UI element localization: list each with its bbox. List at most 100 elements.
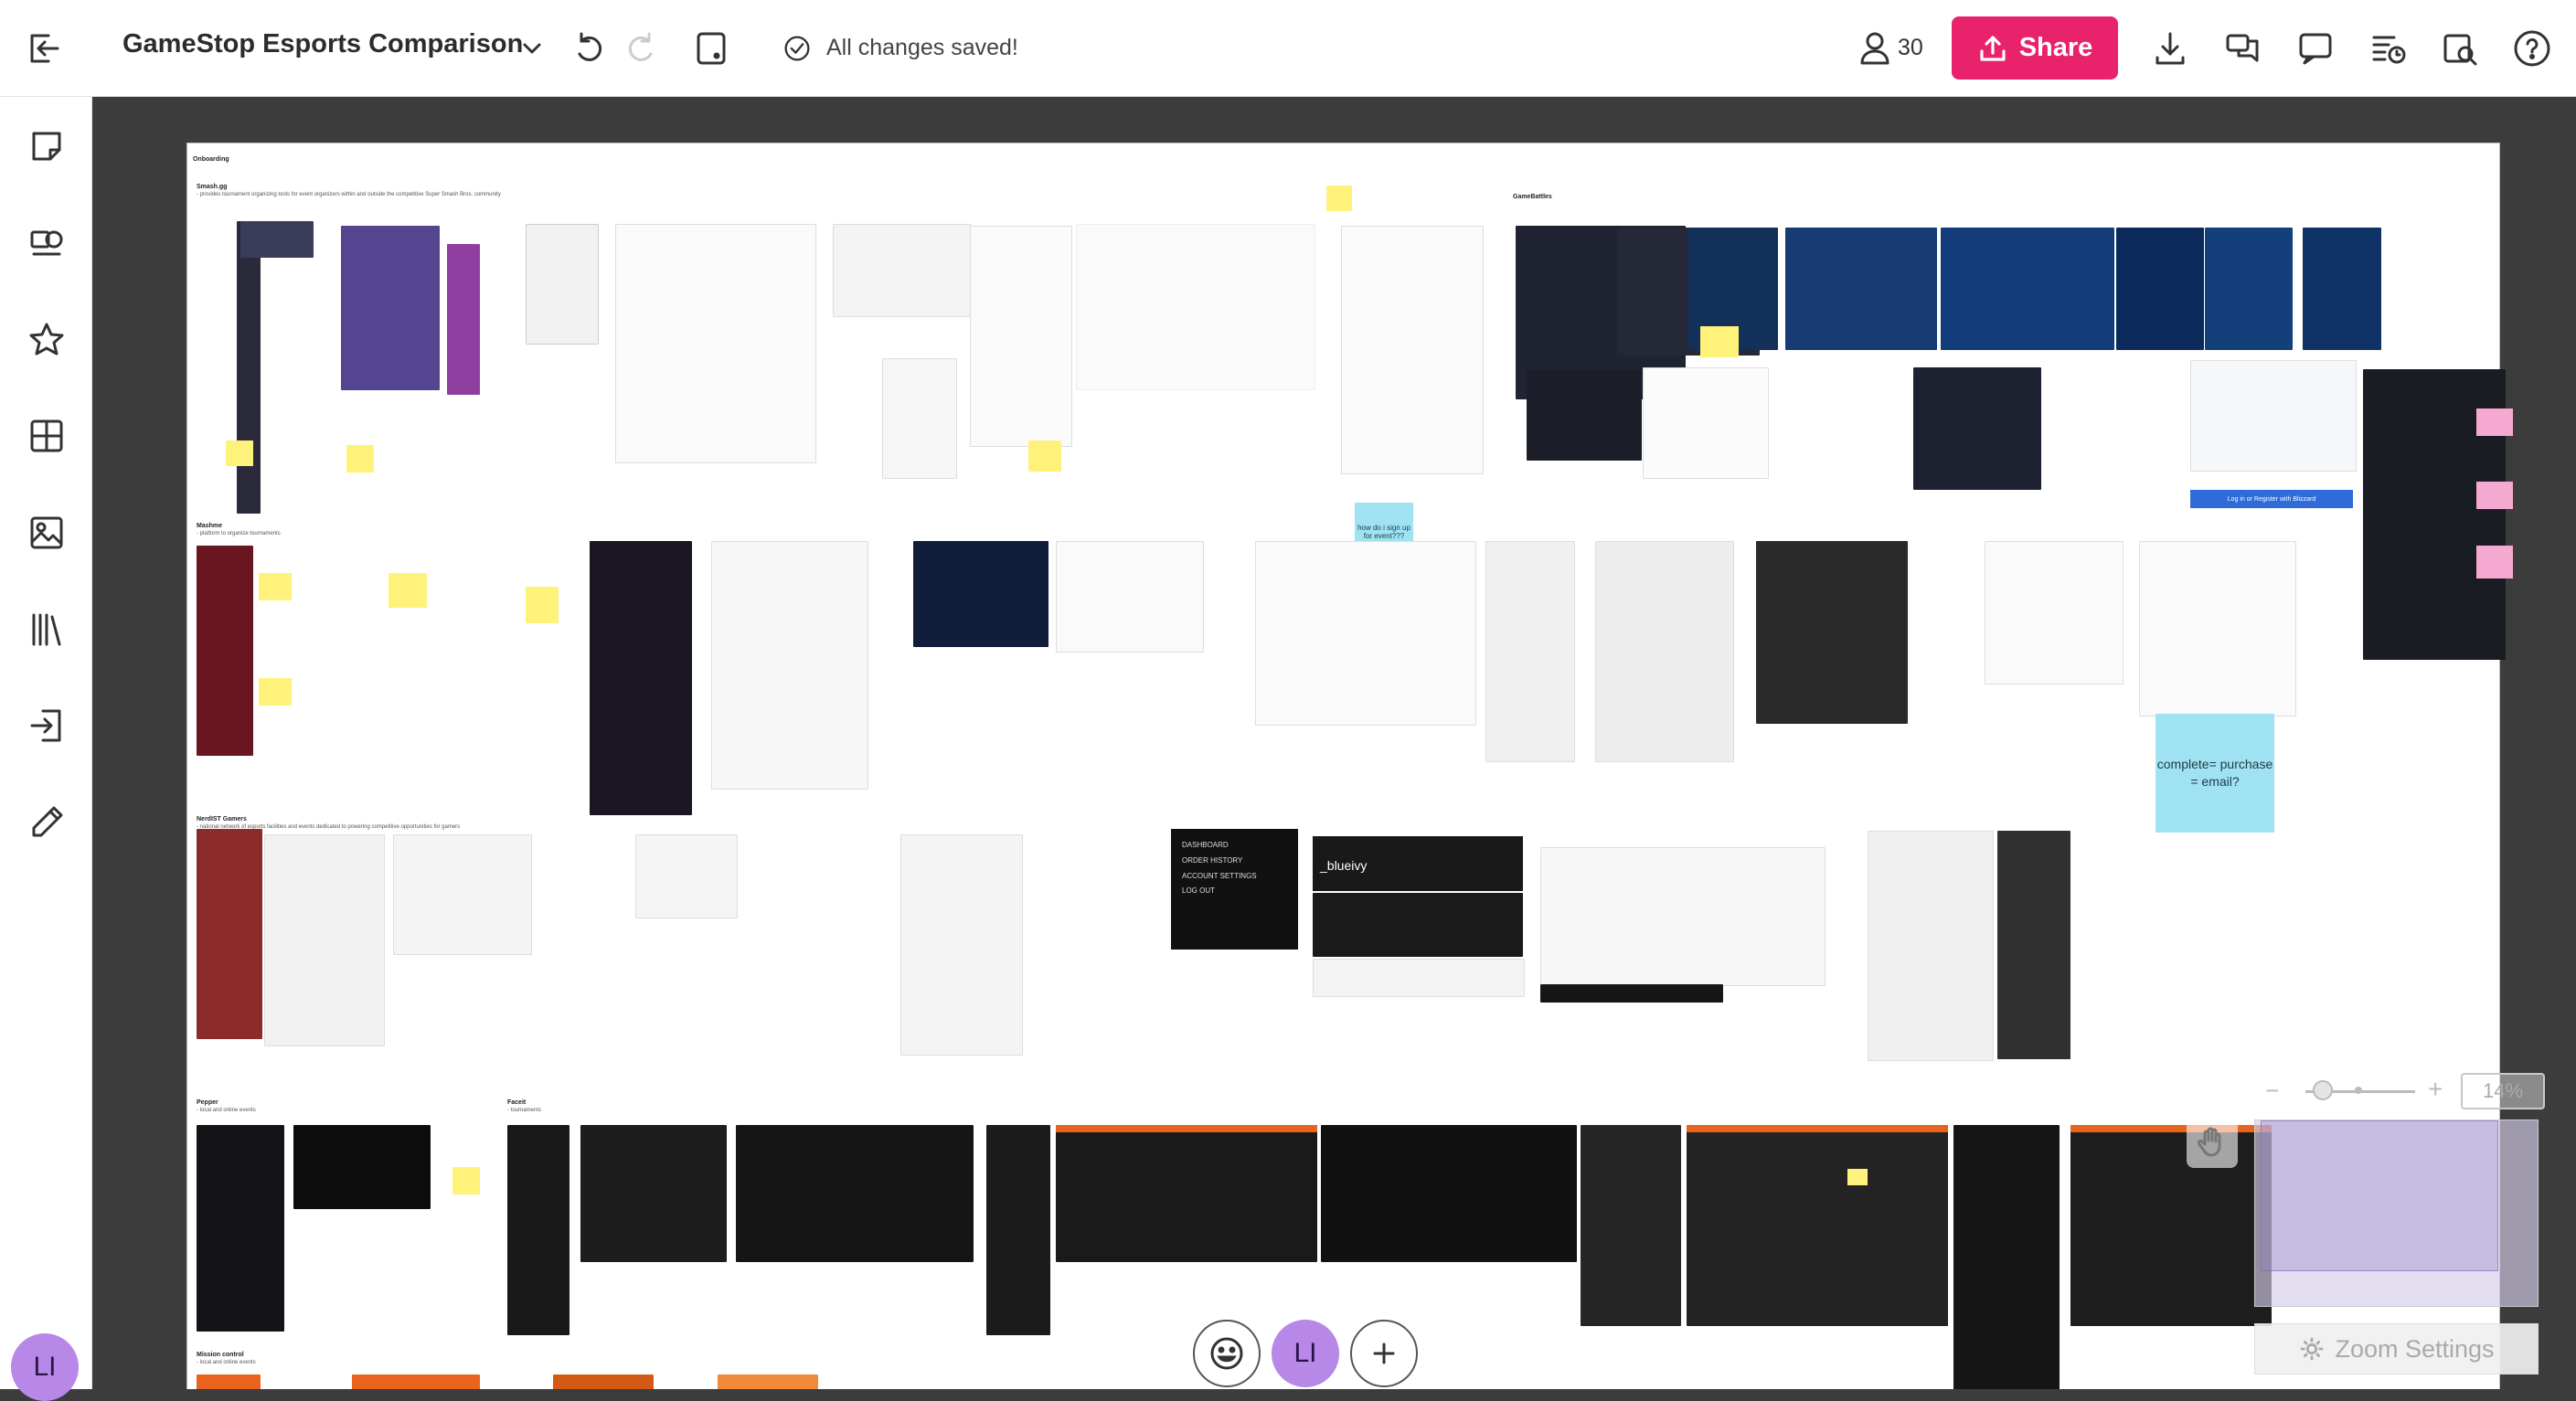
screenshot (635, 834, 738, 918)
screenshot (507, 1125, 569, 1335)
sticky-note[interactable] (2476, 409, 2513, 436)
sticky-note[interactable] (389, 573, 427, 608)
screenshot (2139, 541, 2296, 716)
sticky-note-icon[interactable] (20, 120, 73, 173)
section-description: - provides tournament organizing tools f… (197, 192, 501, 197)
section-title: Pepper (197, 1099, 218, 1106)
image-icon[interactable] (20, 506, 73, 559)
screenshot (352, 1374, 480, 1389)
section-description: - platform to organize tournaments (197, 531, 281, 536)
screenshot (240, 221, 314, 258)
screenshot (341, 226, 440, 390)
screenshot (2190, 360, 2357, 472)
collaborators-icon[interactable] (1848, 22, 1901, 75)
chat-icon[interactable] (2289, 22, 2342, 75)
pen-icon[interactable] (20, 796, 73, 849)
sticky-note[interactable] (259, 678, 292, 706)
sticky-note[interactable] (259, 573, 292, 600)
top-toolbar: GameStop Esports Comparison All changes … (0, 0, 2576, 97)
screenshot (711, 541, 868, 790)
screenshot (1687, 1125, 1948, 1326)
screenshot (264, 834, 385, 1046)
chevron-down-icon[interactable] (506, 22, 559, 75)
search-icon[interactable] (2433, 22, 2486, 75)
minimap[interactable] (2254, 1120, 2539, 1307)
screenshot (590, 541, 692, 815)
screenshot (882, 358, 957, 479)
reaction-button[interactable] (1193, 1320, 1261, 1387)
sticky-note[interactable] (1028, 440, 1061, 472)
undo-icon[interactable] (562, 22, 615, 75)
screenshot (1643, 367, 1769, 479)
exit-board-icon[interactable] (18, 22, 71, 75)
screenshot (1756, 541, 1908, 724)
screenshot (833, 224, 972, 317)
menu-item: LOG OUT (1182, 886, 1216, 896)
screenshot (1540, 984, 1723, 1003)
screenshot (970, 226, 1072, 447)
zoom-in-icon[interactable]: + (2428, 1075, 2443, 1104)
screenshot (1868, 831, 1994, 1061)
sticky-note[interactable] (1847, 1169, 1868, 1185)
screenshot (1485, 541, 1575, 762)
frame-icon[interactable] (685, 22, 738, 75)
share-label: Share (2018, 33, 2093, 62)
screenshot (1313, 893, 1523, 957)
section-description: - local and online events (197, 1108, 256, 1113)
sticky-note[interactable] (346, 445, 374, 472)
redo-icon[interactable] (615, 22, 668, 75)
zoom-out-icon[interactable]: − (2265, 1077, 2279, 1105)
screenshot (1076, 224, 1315, 390)
favorites-star-icon[interactable] (20, 313, 73, 366)
screenshot (2205, 228, 2293, 350)
left-sidebar: LI (0, 97, 92, 1401)
screenshot (553, 1374, 654, 1389)
zoom-value[interactable]: 14% (2461, 1073, 2545, 1109)
zoom-slider-knob[interactable] (2313, 1080, 2333, 1100)
grid-icon[interactable] (20, 409, 73, 462)
section-title: Faceit (507, 1099, 527, 1106)
screenshot (2116, 228, 2204, 350)
section-title: Onboarding (193, 156, 229, 163)
sticky-note[interactable] (526, 587, 559, 623)
upload-icon (1980, 35, 2006, 61)
sticky-note[interactable] (2476, 482, 2513, 509)
share-button[interactable]: Share (1952, 16, 2118, 80)
screenshot (913, 541, 1048, 647)
screenshot (1985, 541, 2124, 685)
screenshot (2303, 228, 2381, 350)
activity-icon[interactable] (2362, 22, 2415, 75)
section-description: - local and online events (197, 1360, 256, 1365)
presence-avatar[interactable]: LI (1272, 1320, 1339, 1387)
smiley-icon (1210, 1337, 1243, 1370)
user-avatar[interactable]: LI (11, 1333, 79, 1401)
invite-button[interactable] (1350, 1320, 1418, 1387)
board-title[interactable]: GameStop Esports Comparison (122, 29, 523, 59)
screenshot (1953, 1125, 2060, 1389)
import-icon[interactable] (20, 699, 73, 752)
zoom-fit-marker (2355, 1087, 2362, 1094)
login-blizzard-button[interactable]: Log in or Register with Blizzard (2190, 490, 2353, 508)
library-icon[interactable] (20, 603, 73, 656)
board-frame[interactable]: Onboarding Smash.gg - provides tournamen… (186, 143, 2513, 1389)
sticky-note[interactable] (452, 1167, 480, 1194)
board-canvas[interactable]: Onboarding Smash.gg - provides tournamen… (92, 97, 2576, 1389)
screenshot (580, 1125, 727, 1262)
download-icon[interactable] (2144, 22, 2197, 75)
hand-tool-icon[interactable] (2187, 1117, 2238, 1168)
comments-icon[interactable] (2217, 22, 2270, 75)
screenshot (1313, 959, 1525, 997)
screenshot (1785, 228, 1937, 350)
help-icon[interactable] (2506, 22, 2559, 75)
templates-icon[interactable] (20, 217, 73, 270)
sticky-note[interactable] (2476, 546, 2513, 578)
sticky-note[interactable] (1700, 326, 1739, 357)
minimap-viewport[interactable] (2261, 1120, 2498, 1271)
screenshot (1056, 1125, 1317, 1132)
zoom-settings-button[interactable]: Zoom Settings (2254, 1323, 2539, 1374)
screenshot (1321, 1125, 1577, 1262)
sticky-note-complete-purchase[interactable]: complete= purchase = email? (2156, 714, 2274, 833)
sticky-note[interactable] (1326, 186, 1352, 211)
section-description: - tournaments (507, 1108, 542, 1113)
sticky-note[interactable] (226, 440, 253, 466)
